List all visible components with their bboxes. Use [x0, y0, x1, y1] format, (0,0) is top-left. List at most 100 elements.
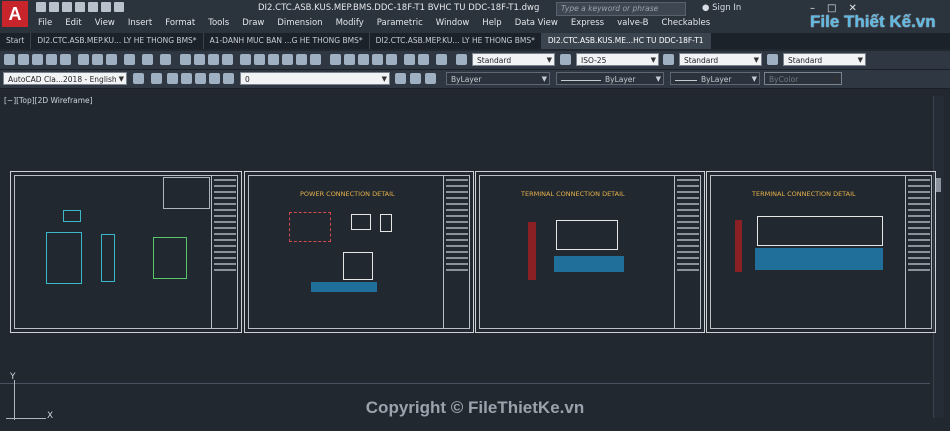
text-style-select[interactable]: Standard ▼	[472, 53, 555, 66]
layer-states-icon[interactable]	[344, 54, 355, 65]
menu-item-valve-b[interactable]: valve-B	[617, 18, 656, 28]
cabinet-front	[46, 232, 82, 284]
title-block	[211, 175, 238, 329]
document-tab[interactable]: DI2.CTC.ASB.KUS.ME...HC TU DDC-18F-T1	[541, 33, 711, 49]
terminal-rail	[311, 282, 377, 292]
dim-style-select[interactable]: ISO-25 ▼	[576, 53, 659, 66]
dim-style-icon[interactable]	[560, 54, 571, 65]
sign-in-button[interactable]: ● Sign In	[702, 3, 741, 13]
drawing-sheet-2[interactable]: POWER CONNECTION DETAIL	[244, 171, 474, 333]
power-schematic	[289, 212, 331, 242]
cabinet-top	[63, 210, 81, 222]
psu-box	[380, 214, 392, 232]
document-tab[interactable]: DI2.CTC.ASB.MEP.KU... LY HE THONG BMS*	[31, 33, 204, 49]
layer-unisolate-icon[interactable]	[386, 54, 397, 65]
document-title: DI2.CTC.ASB.KUS.MEP.BMS.DDC-18F-T1 BVHC …	[258, 3, 540, 13]
table-style-icon[interactable]	[663, 54, 674, 65]
sheetset-icon[interactable]	[282, 54, 293, 65]
redo-icon[interactable]	[160, 54, 171, 65]
document-tab[interactable]: Start	[0, 33, 32, 49]
document-tab[interactable]: DI2.CTC.ASB.MEP.KU... LY HE THONG BMS*	[370, 33, 542, 49]
save-icon[interactable]	[32, 54, 43, 65]
menu-item-parametric[interactable]: Parametric	[377, 18, 431, 28]
toolbar-layers: AutoCAD Cla...2018 - English ▼ 0 ▼ ByLayer…	[0, 70, 950, 89]
plotstyle-select[interactable]: ByColor ▼	[764, 72, 842, 85]
table-style-select[interactable]: Standard ▼	[679, 53, 762, 66]
designcenter-icon[interactable]	[254, 54, 265, 65]
layer-icon[interactable]	[330, 54, 341, 65]
text-style-icon[interactable]	[456, 54, 467, 65]
print-icon[interactable]	[88, 2, 98, 12]
new-icon[interactable]	[36, 2, 46, 12]
autocad-logo[interactable]: A	[2, 1, 28, 27]
zoom-window-icon[interactable]	[208, 54, 219, 65]
drawing-sheet-3[interactable]: TERMINAL CONNECTION DETAIL	[475, 171, 705, 333]
menu-item-tools[interactable]: Tools	[208, 18, 237, 28]
paste-icon[interactable]	[106, 54, 117, 65]
menu-item-edit[interactable]: Edit	[65, 18, 89, 28]
cut-icon[interactable]	[78, 54, 89, 65]
menu-item-view[interactable]: View	[95, 18, 123, 28]
workspace-select[interactable]: AutoCAD Cla...2018 - English ▼	[3, 72, 127, 85]
layer-walk-icon[interactable]	[404, 54, 415, 65]
help-icon[interactable]	[436, 54, 447, 65]
menu-item-data-view[interactable]: Data View	[515, 18, 566, 28]
drawing-sheet-1[interactable]	[10, 171, 242, 333]
qnew-icon[interactable]	[4, 54, 15, 65]
linetype-select[interactable]: ByLayer ▼	[556, 72, 664, 85]
markup-icon[interactable]	[296, 54, 307, 65]
document-tab[interactable]: A1-DANH MUC BAN ...G HE THONG BMS*	[204, 33, 370, 49]
menu-item-draw[interactable]: Draw	[242, 18, 272, 28]
cable-marker	[528, 222, 536, 280]
undo-icon[interactable]	[142, 54, 153, 65]
save-icon[interactable]	[62, 2, 72, 12]
layer-match-icon[interactable]	[410, 73, 421, 84]
toolpalettes-icon[interactable]	[268, 54, 279, 65]
matchprop-icon[interactable]	[124, 54, 135, 65]
pan-icon[interactable]	[180, 54, 191, 65]
calculator-icon[interactable]	[310, 54, 321, 65]
properties-icon[interactable]	[240, 54, 251, 65]
lock-icon[interactable]	[195, 73, 206, 84]
make-current-icon[interactable]	[395, 73, 406, 84]
zoom-previous-icon[interactable]	[222, 54, 233, 65]
workspace-settings-icon[interactable]	[133, 73, 144, 84]
lineweight-select[interactable]: ByLayer ▼	[670, 72, 760, 85]
layer-select[interactable]: 0 ▼	[240, 72, 390, 85]
menu-item-help[interactable]: Help	[482, 18, 509, 28]
menu-item-window[interactable]: Window	[436, 18, 478, 28]
zoom-icon[interactable]	[194, 54, 205, 65]
copyright-footer: Copyright © FileThietKe.vn	[365, 398, 585, 417]
drawing-sheet-4[interactable]: TERMINAL CONNECTION DETAIL	[706, 171, 936, 333]
copy-icon[interactable]	[92, 54, 103, 65]
sun-icon[interactable]	[181, 73, 192, 84]
menu-item-dimension[interactable]: Dimension	[277, 18, 330, 28]
layer-properties-icon[interactable]	[151, 73, 162, 84]
search-input[interactable]: Type a keyword or phrase	[556, 2, 686, 16]
menu-item-modify[interactable]: Modify	[336, 18, 372, 28]
layer-previous-icon[interactable]	[425, 73, 436, 84]
menu-item-checkables[interactable]: Checkables	[662, 18, 719, 28]
menu-item-insert[interactable]: Insert	[128, 18, 160, 28]
color-select[interactable]: ByLayer ▼	[446, 72, 550, 85]
open-icon[interactable]	[49, 2, 59, 12]
preview-icon[interactable]	[60, 54, 71, 65]
menu-item-express[interactable]: Express	[571, 18, 612, 28]
layer-freeze-icon[interactable]	[418, 54, 429, 65]
plot-icon[interactable]	[46, 54, 57, 65]
open-icon[interactable]	[18, 54, 29, 65]
menu-item-format[interactable]: Format	[165, 18, 203, 28]
mleader-style-icon[interactable]	[767, 54, 778, 65]
color-square-icon[interactable]	[209, 73, 220, 84]
viewport-label[interactable]: [−][Top][2D Wireframe]	[4, 96, 93, 105]
saveas-icon[interactable]	[75, 2, 85, 12]
menu-item-file[interactable]: File	[38, 18, 60, 28]
lightbulb-icon[interactable]	[167, 73, 178, 84]
layer-swatch-icon[interactable]	[223, 73, 234, 84]
toolbar-standard: Standard ▼ ISO-25 ▼ Standard ▼ Standard ▼	[0, 51, 950, 70]
mleader-style-select[interactable]: Standard ▼	[783, 53, 866, 66]
undo-icon[interactable]	[101, 2, 111, 12]
layer-prev-icon[interactable]	[358, 54, 369, 65]
redo-icon[interactable]	[114, 2, 124, 12]
layer-iso-icon[interactable]	[372, 54, 383, 65]
